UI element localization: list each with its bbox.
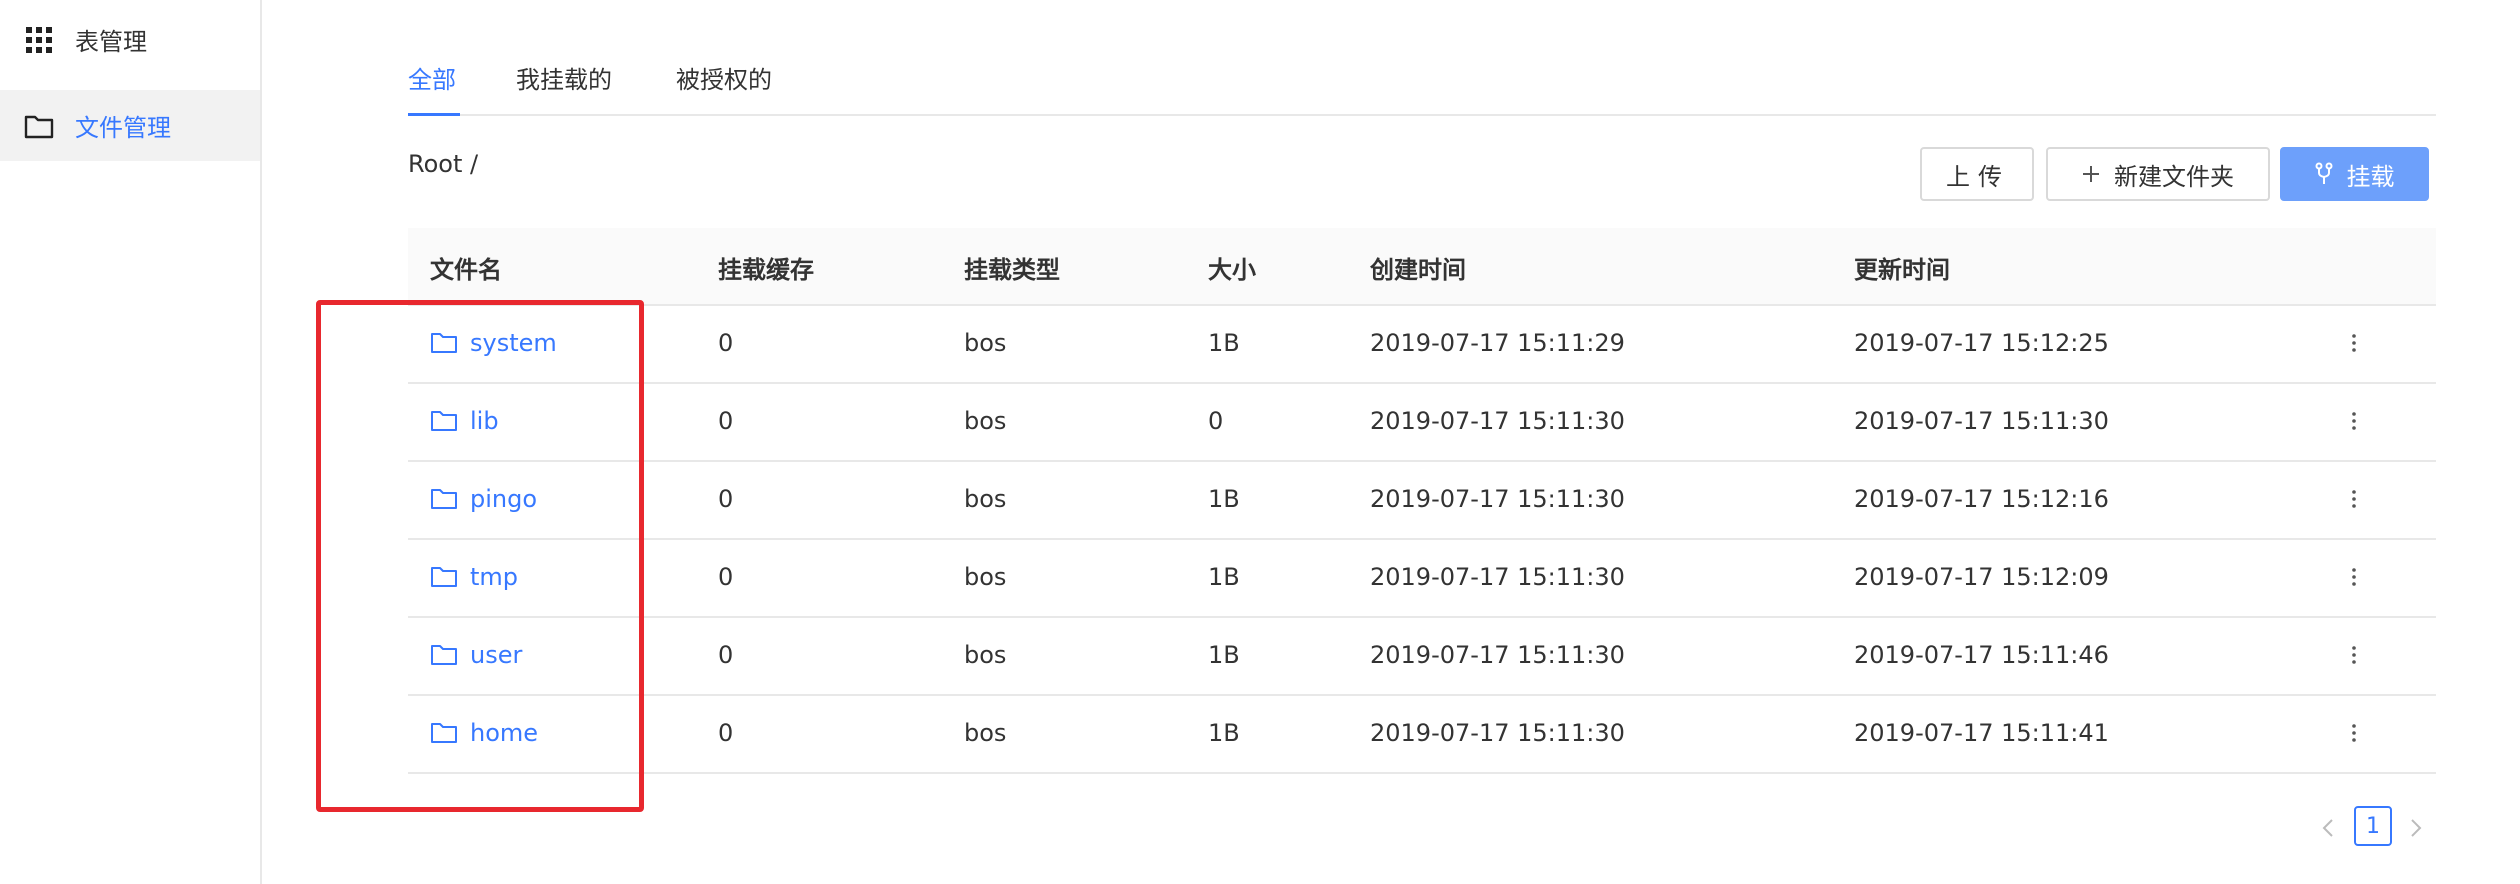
tab-authorized[interactable]: 被授权的 [676, 60, 772, 95]
new-folder-label: 新建文件夹 [2114, 162, 2234, 191]
upload-button[interactable]: 上传 [1920, 147, 2034, 201]
file-name-link[interactable]: home [430, 719, 538, 747]
mount-label: 挂载 [2346, 162, 2395, 191]
more-vertical-icon[interactable] [2344, 479, 2364, 519]
file-name-link[interactable]: pingo [430, 485, 537, 513]
tab-bar: 全部 我挂载的 被授权的 [408, 52, 2436, 116]
column-header-name: 文件名 [430, 256, 502, 284]
cell-created: 2019-07-17 15:11:29 [1370, 329, 1625, 357]
cell-size: 1B [1208, 485, 1240, 513]
table-row: lib 0 bos 0 2019-07-17 15:11:30 2019-07-… [408, 384, 2436, 462]
cell-created: 2019-07-17 15:11:30 [1370, 407, 1625, 435]
cell-size: 0 [1208, 407, 1224, 435]
sidebar: 表管理 文件管理 [0, 0, 262, 884]
breadcrumb[interactable]: Root / [408, 150, 478, 178]
folder-icon [431, 567, 457, 587]
chevron-right-icon[interactable] [2404, 808, 2428, 848]
sidebar-item-label: 表管理 [75, 28, 147, 56]
file-name: lib [470, 407, 499, 435]
cell-cache: 0 [718, 485, 734, 513]
file-name: tmp [470, 563, 519, 591]
file-name: pingo [470, 485, 538, 513]
mount-button[interactable]: 挂载 [2280, 147, 2429, 201]
cell-created: 2019-07-17 15:11:30 [1370, 719, 1625, 747]
table-header: 文件名 挂载缓存 挂载类型 大小 创建时间 更新时间 [408, 228, 2436, 306]
sidebar-item-table-management[interactable]: 表管理 [0, 4, 260, 75]
pagination-current-page[interactable]: 1 [2354, 806, 2392, 846]
active-tab-indicator [408, 113, 460, 116]
file-name: system [470, 329, 557, 357]
cell-size: 1B [1208, 719, 1240, 747]
cell-updated: 2019-07-17 15:11:46 [1854, 641, 2109, 669]
more-vertical-icon[interactable] [2344, 635, 2364, 675]
tab-all[interactable]: 全部 [408, 60, 456, 95]
cell-cache: 0 [718, 329, 734, 357]
folder-icon [431, 723, 457, 743]
branch-icon [2315, 162, 2332, 184]
grid-icon [26, 26, 52, 53]
new-folder-button[interactable]: 新建文件夹 [2046, 147, 2270, 201]
table-row: user 0 bos 1B 2019-07-17 15:11:30 2019-0… [408, 618, 2436, 696]
folder-icon [431, 411, 457, 431]
cell-created: 2019-07-17 15:11:30 [1370, 485, 1625, 513]
file-name-link[interactable]: tmp [430, 563, 518, 591]
more-vertical-icon[interactable] [2344, 401, 2364, 441]
column-header-cache: 挂载缓存 [718, 256, 814, 284]
file-name-link[interactable]: system [430, 329, 557, 357]
folder-icon [431, 645, 457, 665]
cell-type: bos [964, 407, 1007, 435]
tab-my-mounts[interactable]: 我挂载的 [516, 60, 612, 95]
more-vertical-icon[interactable] [2344, 323, 2364, 363]
table-row: pingo 0 bos 1B 2019-07-17 15:11:30 2019-… [408, 462, 2436, 540]
table-row: system 0 bos 1B 2019-07-17 15:11:29 2019… [408, 306, 2436, 384]
cell-updated: 2019-07-17 15:12:25 [1854, 329, 2109, 357]
table-row: home 0 bos 1B 2019-07-17 15:11:30 2019-0… [408, 696, 2436, 774]
table-row: tmp 0 bos 1B 2019-07-17 15:11:30 2019-07… [408, 540, 2436, 618]
file-name-link[interactable]: user [430, 641, 522, 669]
column-header-created: 创建时间 [1370, 256, 1466, 284]
cell-updated: 2019-07-17 15:11:41 [1854, 719, 2109, 747]
cell-size: 1B [1208, 563, 1240, 591]
cell-cache: 0 [718, 407, 734, 435]
cell-size: 1B [1208, 641, 1240, 669]
sidebar-item-file-management[interactable]: 文件管理 [0, 90, 260, 161]
file-table: 文件名 挂载缓存 挂载类型 大小 创建时间 更新时间 system 0 bos … [408, 228, 2436, 774]
cell-created: 2019-07-17 15:11:30 [1370, 641, 1625, 669]
cell-type: bos [964, 641, 1007, 669]
column-header-updated: 更新时间 [1854, 256, 1950, 284]
cell-type: bos [964, 485, 1007, 513]
cell-cache: 0 [718, 719, 734, 747]
file-name-link[interactable]: lib [430, 407, 499, 435]
column-header-size: 大小 [1208, 256, 1256, 284]
folder-icon [24, 115, 54, 138]
folder-icon [431, 333, 457, 353]
folder-icon [431, 489, 457, 509]
cell-type: bos [964, 719, 1007, 747]
file-name: user [470, 641, 523, 669]
cell-cache: 0 [718, 563, 734, 591]
cell-updated: 2019-07-17 15:12:16 [1854, 485, 2109, 513]
chevron-left-icon[interactable] [2316, 808, 2340, 848]
cell-created: 2019-07-17 15:11:30 [1370, 563, 1625, 591]
cell-type: bos [964, 329, 1007, 357]
plus-icon [2083, 166, 2099, 182]
more-vertical-icon[interactable] [2344, 557, 2364, 597]
cell-size: 1B [1208, 329, 1240, 357]
file-name: home [470, 719, 539, 747]
sidebar-item-label: 文件管理 [75, 114, 171, 142]
cell-cache: 0 [718, 641, 734, 669]
cell-updated: 2019-07-17 15:11:30 [1854, 407, 2109, 435]
cell-type: bos [964, 563, 1007, 591]
cell-updated: 2019-07-17 15:12:09 [1854, 563, 2109, 591]
column-header-type: 挂载类型 [964, 256, 1060, 284]
more-vertical-icon[interactable] [2344, 713, 2364, 753]
